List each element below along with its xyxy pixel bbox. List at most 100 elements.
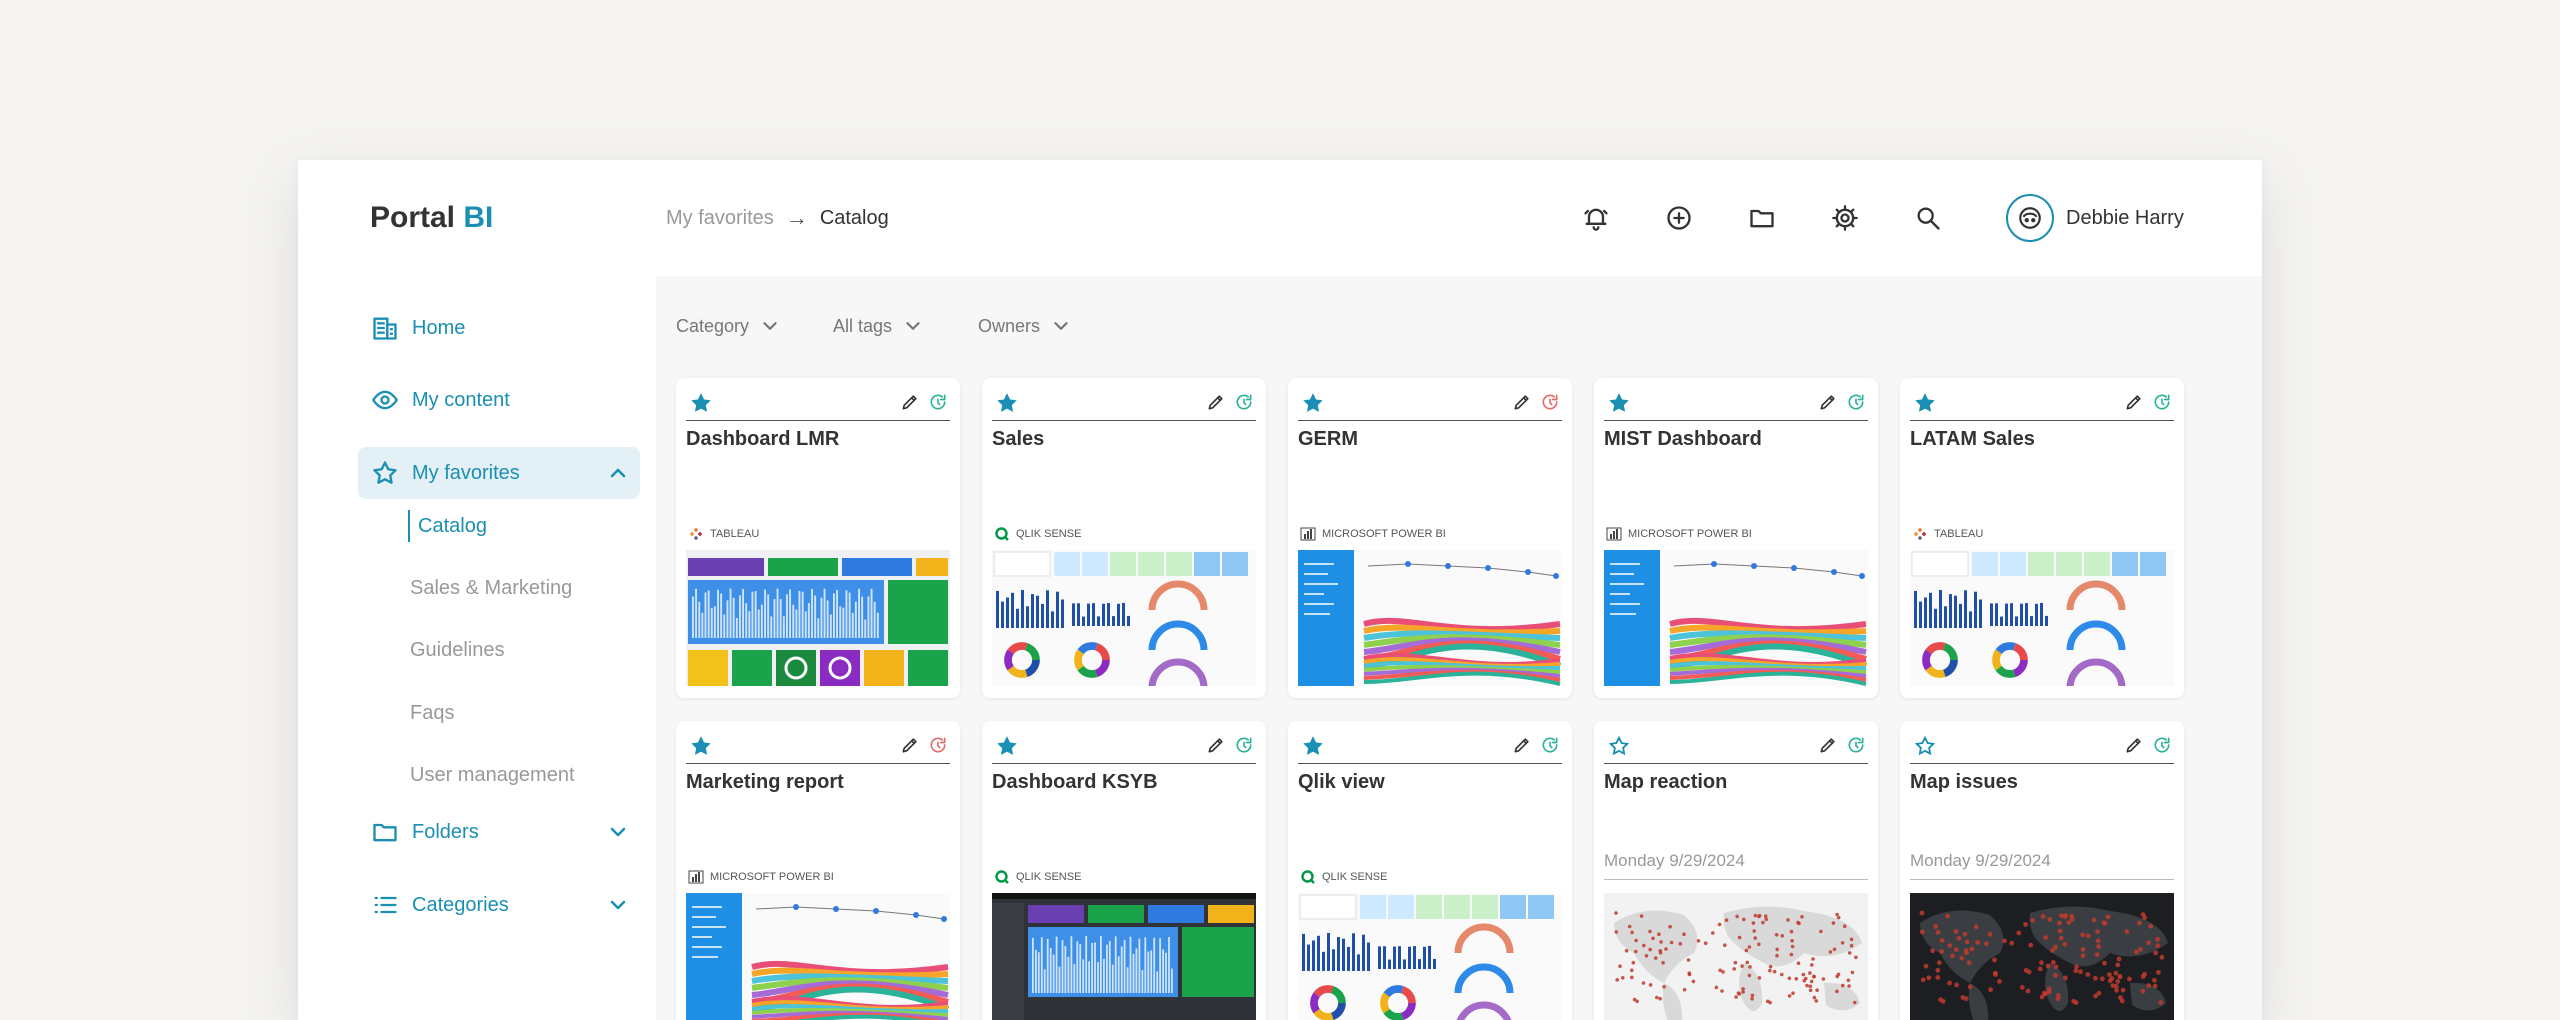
gear-icon[interactable]: [1827, 200, 1863, 236]
star-filled-icon[interactable]: [1608, 392, 1630, 414]
pencil-icon[interactable]: [2124, 392, 2144, 412]
refresh-clock-icon[interactable]: [928, 735, 948, 755]
star-filled-icon[interactable]: [690, 735, 712, 757]
star-outline-icon[interactable]: [1608, 735, 1630, 757]
card-title[interactable]: Sales: [992, 428, 1044, 451]
dashboard-card[interactable]: Map issues Monday 9/29/2024: [1900, 721, 2184, 1020]
refresh-clock-icon[interactable]: [1846, 735, 1866, 755]
chevron-down-icon[interactable]: [606, 820, 630, 844]
search-icon[interactable]: [1910, 200, 1946, 236]
qlik-icon: [994, 526, 1010, 542]
refresh-clock-icon[interactable]: [1540, 392, 1560, 412]
breadcrumb-parent[interactable]: My favorites: [666, 207, 774, 230]
star-filled-icon[interactable]: [1914, 392, 1936, 414]
card-title[interactable]: MIST Dashboard: [1604, 428, 1762, 451]
dashboard-card[interactable]: MIST Dashboard MICROSOFT POWER BI: [1594, 378, 1878, 698]
list-icon: [370, 890, 400, 920]
pencil-icon[interactable]: [900, 735, 920, 755]
notifications-bell-icon[interactable]: [1578, 200, 1614, 236]
card-thumbnail[interactable]: [1910, 893, 2174, 1020]
card-title[interactable]: Marketing report: [686, 771, 844, 794]
pencil-icon[interactable]: [1512, 735, 1532, 755]
chevron-up-icon[interactable]: [606, 461, 630, 485]
card-thumbnail[interactable]: [992, 550, 1256, 686]
star-filled-icon[interactable]: [1302, 735, 1324, 757]
card-toolbar: [1298, 386, 1562, 421]
sidebar-item-my-content[interactable]: My content: [358, 374, 640, 426]
card-title[interactable]: Dashboard LMR: [686, 428, 839, 451]
folder-icon[interactable]: [1744, 200, 1780, 236]
pencil-icon[interactable]: [1206, 392, 1226, 412]
filter-label: Owners: [978, 315, 1041, 336]
sidebar-item-label: Categories: [412, 893, 509, 916]
pencil-icon[interactable]: [1512, 392, 1532, 412]
breadcrumb-current: Catalog: [819, 206, 889, 229]
chevron-down-icon[interactable]: [606, 893, 630, 917]
card-title[interactable]: Map issues: [1910, 771, 2018, 794]
card-source: TABLEAU: [688, 526, 759, 542]
card-title[interactable]: GERM: [1298, 428, 1358, 451]
star-filled-icon[interactable]: [690, 392, 712, 414]
refresh-clock-icon[interactable]: [1846, 392, 1866, 412]
dashboard-card[interactable]: Dashboard KSYB QLIK SENSE: [982, 721, 1266, 1020]
app-logo[interactable]: Portal BI: [370, 201, 493, 235]
pencil-icon[interactable]: [1818, 735, 1838, 755]
star-outline-icon[interactable]: [1914, 735, 1936, 757]
card-source: MICROSOFT POWER BI: [1606, 526, 1752, 542]
sidebar-subitem-user-management[interactable]: User management: [410, 759, 575, 791]
refresh-clock-icon[interactable]: [2152, 392, 2172, 412]
card-thumbnail[interactable]: [1910, 550, 2174, 686]
card-thumbnail[interactable]: [1298, 550, 1562, 686]
card-title[interactable]: LATAM Sales: [1910, 428, 2035, 451]
dashboard-card[interactable]: Qlik view QLIK SENSE: [1288, 721, 1572, 1020]
avatar: [2006, 194, 2054, 242]
star-outline-icon: [370, 458, 400, 488]
card-title[interactable]: Qlik view: [1298, 771, 1385, 794]
card-toolbar: [992, 386, 1256, 421]
card-toolbar: [1604, 729, 1868, 764]
refresh-clock-icon[interactable]: [2152, 735, 2172, 755]
sidebar-subitem-guidelines[interactable]: Guidelines: [410, 634, 505, 666]
dashboard-card[interactable]: Dashboard LMR TABLEAU: [676, 378, 960, 698]
dashboard-card[interactable]: Map reaction Monday 9/29/2024: [1594, 721, 1878, 1020]
catalog-content: Category All tags Owners Dashboard LMR T…: [656, 276, 2262, 1020]
add-circle-icon[interactable]: [1661, 200, 1697, 236]
pencil-icon[interactable]: [900, 392, 920, 412]
logo-accent: BI: [463, 201, 494, 234]
refresh-clock-icon[interactable]: [928, 392, 948, 412]
filter-category[interactable]: Category: [676, 308, 781, 344]
sidebar-subitem-catalog[interactable]: Catalog: [408, 510, 487, 542]
sidebar-item-home[interactable]: Home: [358, 302, 640, 354]
pencil-icon[interactable]: [2124, 735, 2144, 755]
card-title[interactable]: Map reaction: [1604, 771, 1727, 794]
card-thumbnail[interactable]: [686, 893, 950, 1020]
card-thumbnail[interactable]: [1604, 893, 1868, 1020]
sidebar-subitem-faqs[interactable]: Faqs: [410, 697, 454, 729]
refresh-clock-icon[interactable]: [1234, 735, 1254, 755]
dashboard-card[interactable]: Marketing report MICROSOFT POWER BI: [676, 721, 960, 1020]
star-filled-icon[interactable]: [996, 735, 1018, 757]
star-filled-icon[interactable]: [1302, 392, 1324, 414]
card-thumbnail[interactable]: [1298, 893, 1562, 1020]
filter-tags[interactable]: All tags: [833, 308, 924, 344]
sidebar-item-categories[interactable]: Categories: [358, 879, 640, 931]
card-thumbnail[interactable]: [1604, 550, 1868, 686]
user-menu[interactable]: Debbie Harry: [2006, 192, 2184, 244]
star-filled-icon[interactable]: [996, 392, 1018, 414]
pencil-icon[interactable]: [1818, 392, 1838, 412]
refresh-clock-icon[interactable]: [1540, 735, 1560, 755]
dashboard-card[interactable]: Sales QLIK SENSE: [982, 378, 1266, 698]
card-title[interactable]: Dashboard KSYB: [992, 771, 1158, 794]
card-toolbar: [1604, 386, 1868, 421]
sidebar-item-folders[interactable]: Folders: [358, 806, 640, 858]
sidebar-item-my-favorites[interactable]: My favorites: [358, 447, 640, 499]
dashboard-card[interactable]: LATAM Sales TABLEAU: [1900, 378, 2184, 698]
pencil-icon[interactable]: [1206, 735, 1226, 755]
card-thumbnail[interactable]: [992, 893, 1256, 1020]
card-thumbnail[interactable]: [686, 550, 950, 686]
sidebar-subitem-sales-marketing[interactable]: Sales & Marketing: [410, 572, 572, 604]
refresh-clock-icon[interactable]: [1234, 392, 1254, 412]
card-source-label: MICROSOFT POWER BI: [1628, 528, 1752, 540]
filter-owners[interactable]: Owners: [978, 308, 1072, 344]
dashboard-card[interactable]: GERM MICROSOFT POWER BI: [1288, 378, 1572, 698]
